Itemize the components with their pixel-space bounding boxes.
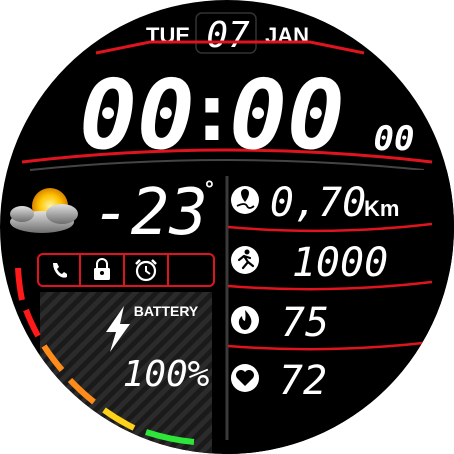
month-label: JAN: [265, 23, 309, 48]
status-icons-bar: [37, 253, 215, 287]
time-hours: 00: [79, 59, 195, 171]
distance-value: 0,70: [270, 180, 366, 226]
battery-value: 100%: [123, 354, 210, 395]
temperature-value: -23: [92, 176, 208, 250]
date-day: 07: [206, 15, 250, 56]
watch-face: TUE 07 JAN 00 : 00 00 -23 ° BATTERY 100%…: [0, 0, 454, 454]
running-person-icon: [231, 246, 259, 274]
battery-label: BATTERY: [134, 303, 199, 319]
heart-icon: [231, 364, 259, 392]
calories-value: 75: [281, 300, 329, 346]
temperature-unit: °: [205, 176, 214, 201]
flame-icon: [231, 306, 259, 334]
time-minutes: 00: [229, 59, 345, 171]
weekday-label: TUE: [146, 23, 190, 48]
heart-rate-value: 72: [279, 358, 327, 404]
distance-map-icon: [231, 186, 259, 214]
distance-unit: Km: [364, 196, 399, 221]
time-seconds: 00: [374, 119, 415, 159]
steps-value: 1000: [292, 240, 388, 286]
